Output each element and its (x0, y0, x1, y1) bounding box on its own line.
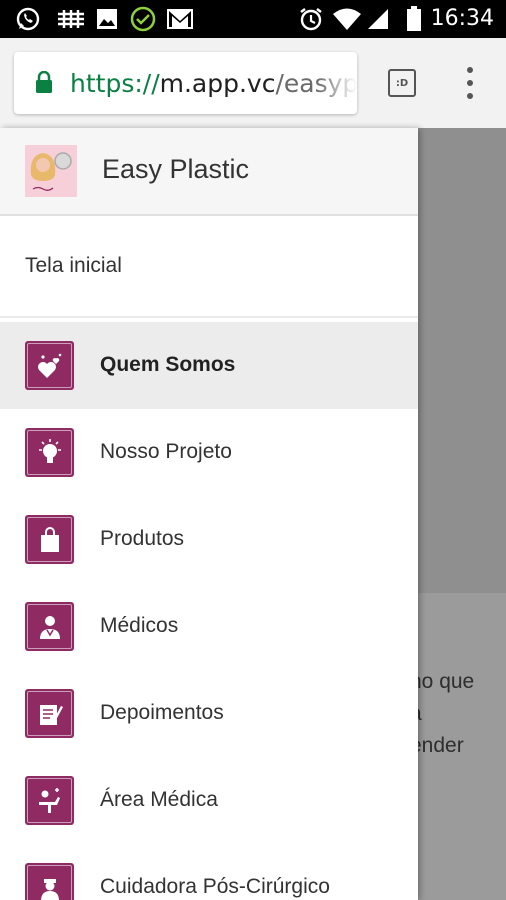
page-text-line: no que (410, 670, 475, 693)
status-time: 16:34 (430, 6, 494, 31)
home-label: Tela inicial (25, 254, 122, 277)
url-scheme: https:// (70, 69, 160, 98)
lock-icon (35, 70, 53, 93)
page-text-line: ender (410, 734, 464, 757)
browser-toolbar: https://m.app.vc/easypla :D (0, 38, 506, 128)
menu-item-depoimentos[interactable]: Depoimentos (0, 670, 418, 757)
home-link[interactable]: Tela inicial (0, 218, 418, 318)
url-text: https://m.app.vc/easypla (70, 69, 357, 98)
gmail-icon (166, 7, 194, 31)
app-title: Easy Plastic (102, 154, 250, 184)
check-circle-icon (130, 6, 156, 32)
medical-area-icon (25, 776, 74, 825)
menu-item-nosso-projeto[interactable]: Nosso Projeto (0, 409, 418, 496)
menu-label: Depoimentos (100, 701, 224, 724)
signal-strength-icon (56, 7, 86, 31)
testimonial-icon (25, 689, 74, 738)
overflow-menu-icon[interactable] (460, 65, 480, 101)
whatsapp-icon (14, 7, 42, 31)
menu-label: Cuidadora Pós-Cirúrgico (100, 875, 330, 898)
alarm-icon (298, 7, 324, 31)
lightbulb-icon (25, 428, 74, 477)
url-domain: m.app.vc (159, 69, 276, 98)
url-fade (317, 52, 357, 114)
wifi-icon (332, 7, 362, 31)
hearts-icon (25, 341, 74, 390)
caregiver-icon (25, 863, 74, 900)
doctor-icon (25, 602, 74, 651)
shopping-bag-icon (25, 515, 74, 564)
menu-item-medicos[interactable]: Médicos (0, 583, 418, 670)
menu-item-area-medica[interactable]: Área Médica (0, 757, 418, 844)
menu-label: Quem Somos (100, 353, 236, 376)
menu-item-produtos[interactable]: Produtos (0, 496, 418, 583)
cell-signal-icon (366, 7, 390, 31)
battery-icon (405, 6, 423, 31)
menu-label: Área Médica (100, 788, 218, 811)
navigation-drawer: Easy Plastic Tela inicial Quem Somos Nos… (0, 128, 418, 900)
menu-item-quem-somos[interactable]: Quem Somos (0, 322, 418, 409)
app-logo (25, 145, 77, 197)
menu-label: Médicos (100, 614, 179, 637)
tab-switcher-button[interactable]: :D (388, 69, 416, 97)
image-icon (96, 7, 118, 31)
menu-item-cuidadora-pos-cirurgico[interactable]: Cuidadora Pós-Cirúrgico (0, 844, 418, 900)
menu-label: Produtos (100, 527, 185, 550)
drawer-header: Easy Plastic (0, 128, 418, 216)
menu-label: Nosso Projeto (100, 440, 232, 463)
address-bar[interactable]: https://m.app.vc/easypla (14, 52, 357, 114)
status-bar: 16:34 (0, 0, 506, 38)
